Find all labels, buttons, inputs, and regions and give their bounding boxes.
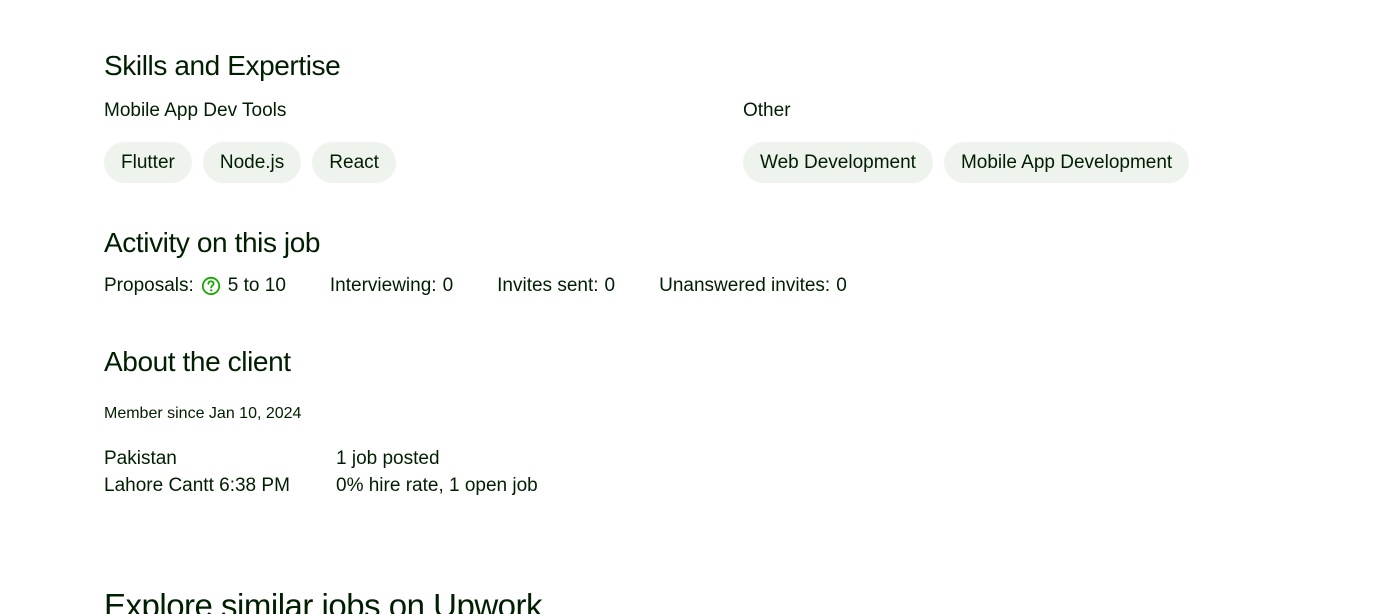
- unanswered-invites-label: Unanswered invites:: [659, 275, 831, 296]
- client-jobs: 1 job posted 0% hire rate, 1 open job: [336, 445, 538, 499]
- invites-sent-value: 0: [604, 275, 616, 296]
- client-hire-rate: 0% hire rate, 1 open job: [336, 475, 538, 496]
- interviewing-stat: Interviewing: 0: [330, 275, 453, 297]
- skill-chip-flutter[interactable]: Flutter: [104, 142, 192, 183]
- activity-stats: Proposals: 5 to 10 Interviewing: 0 Invit…: [104, 275, 847, 297]
- activity-title: Activity on this job: [104, 227, 321, 258]
- skill-chip-nodejs[interactable]: Node.js: [202, 142, 302, 183]
- skill-chip-react[interactable]: React: [312, 142, 396, 183]
- skill-group-label-mobile-tools: Mobile App Dev Tools: [104, 100, 287, 121]
- client-jobs-posted: 1 job posted: [336, 448, 440, 469]
- interviewing-label: Interviewing:: [329, 275, 437, 296]
- unanswered-invites-stat: Unanswered invites: 0: [659, 275, 847, 297]
- explore-similar-jobs-title: Explore similar jobs on Upwork: [104, 587, 543, 614]
- proposals-stat: Proposals: 5 to 10: [104, 275, 286, 297]
- member-since: Member since Jan 10, 2024: [104, 405, 302, 422]
- skill-chips-mobile-tools: Flutter Node.js React: [104, 142, 396, 183]
- job-details-page: Skills and Expertise Mobile App Dev Tool…: [0, 0, 1395, 614]
- invites-sent-label: Invites sent:: [497, 275, 599, 296]
- question-circle-icon[interactable]: [201, 276, 221, 296]
- client-local-time: Lahore Cantt 6:38 PM: [104, 475, 290, 496]
- proposals-label: Proposals:: [104, 275, 194, 296]
- client-location: Pakistan Lahore Cantt 6:38 PM: [104, 445, 290, 499]
- invites-sent-stat: Invites sent: 0: [497, 275, 615, 297]
- skill-chips-other: Web Development Mobile App Development: [743, 142, 1190, 183]
- skill-group-label-other: Other: [743, 100, 791, 121]
- skills-title: Skills and Expertise: [104, 50, 341, 81]
- client-title: About the client: [104, 346, 291, 377]
- interviewing-value: 0: [442, 275, 454, 296]
- skill-chip-web-development[interactable]: Web Development: [743, 142, 933, 183]
- skill-chip-mobile-app-development[interactable]: Mobile App Development: [943, 142, 1190, 183]
- proposals-value: 5 to 10: [227, 275, 286, 296]
- client-country: Pakistan: [104, 448, 177, 469]
- unanswered-invites-value: 0: [836, 275, 847, 296]
